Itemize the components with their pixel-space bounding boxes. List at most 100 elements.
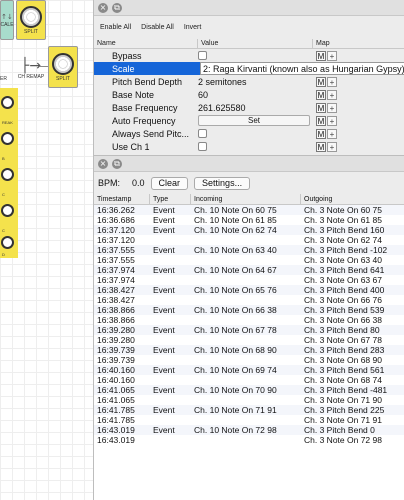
event-log[interactable]: Timestamp Type Incoming Outgoing 16:36.2… xyxy=(94,194,404,500)
log-incoming: Ch. 10 Note On 62 74 xyxy=(194,225,277,235)
close-icon[interactable]: × xyxy=(98,158,108,169)
map-midi-button[interactable]: M xyxy=(316,128,326,139)
parameter-row[interactable]: Bypass M + xyxy=(94,49,404,62)
log-row[interactable]: 16:38.427 Event Ch. 10 Note On 65 76 Ch. 3 … xyxy=(94,285,404,295)
map-midi-button[interactable]: M xyxy=(316,89,326,100)
log-row[interactable]: 16:43.019 Event Ch. 10 Note On 72 98 Ch. 3 … xyxy=(94,425,404,435)
log-row[interactable]: 16:41.785 Ch. 3 Note On 71 91 xyxy=(94,415,404,425)
parameter-row[interactable]: Scale 2: Raga Kirvanti (known also as Hun… xyxy=(94,62,404,75)
detach-icon[interactable]: ⧉ xyxy=(112,2,122,13)
log-type: Event xyxy=(153,245,175,255)
log-row[interactable]: 16:40.160 Ch. 3 Note On 68 74 xyxy=(94,375,404,385)
map-midi-button[interactable]: M xyxy=(316,141,326,152)
parameter-row[interactable]: Always Send Pitc... M + xyxy=(94,127,404,140)
map-midi-button[interactable]: M xyxy=(316,50,326,61)
parameter-checkbox[interactable] xyxy=(198,142,207,151)
log-row[interactable]: 16:40.160 Event Ch. 10 Note On 69 74 Ch. 3 … xyxy=(94,365,404,375)
ch-remap-icon: ├→ xyxy=(20,58,42,74)
parameters-panel: × ⧉ Enable All Disable All Invert Name V… xyxy=(94,0,404,156)
log-incoming: Ch. 10 Note On 63 40 xyxy=(194,245,277,255)
scale-select[interactable]: 2: Raga Kirvanti (known also as Hungaria… xyxy=(200,62,404,75)
parameter-row[interactable]: Base Note 60 M + xyxy=(94,88,404,101)
enable-all-button[interactable]: Enable All xyxy=(100,24,131,31)
log-incoming xyxy=(191,335,301,345)
log-row[interactable]: 16:37.555 Ch. 3 Note On 63 40 xyxy=(94,255,404,265)
log-row[interactable]: 16:37.120 Event Ch. 10 Note On 62 74 Ch. 3 … xyxy=(94,225,404,235)
clear-button[interactable]: Clear xyxy=(150,176,189,190)
add-mapping-button[interactable]: + xyxy=(327,89,337,100)
parameter-row[interactable]: Auto Frequency Set M + xyxy=(94,114,404,127)
log-row[interactable]: 16:37.974 Ch. 3 Note On 63 67 xyxy=(94,275,404,285)
close-icon[interactable]: × xyxy=(98,2,108,13)
node-strip[interactable]: REAK B C C D xyxy=(0,88,18,258)
log-row[interactable]: 16:39.280 Ch. 3 Note On 67 78 xyxy=(94,335,404,345)
log-type: Event xyxy=(153,265,175,275)
log-row[interactable]: 16:38.866 Event Ch. 10 Note On 66 38 Ch. 3 … xyxy=(94,305,404,315)
parameters-table: Name Value Map Bypass M + Scale 2: Raga Kirv… xyxy=(94,39,404,153)
column-header-incoming[interactable]: Incoming xyxy=(191,194,301,204)
log-row[interactable]: 16:38.427 Ch. 3 Note On 66 76 xyxy=(94,295,404,305)
log-timestamp: 16:41.785 xyxy=(97,415,135,425)
node-teal-partial[interactable]: ↑↓ CALE xyxy=(0,0,14,40)
parameter-map: M + xyxy=(313,102,404,113)
parameter-checkbox[interactable] xyxy=(198,51,207,60)
log-row[interactable]: 16:39.739 Ch. 3 Note On 68 90 xyxy=(94,355,404,365)
log-outgoing: Ch. 3 Note On 71 91 xyxy=(304,415,382,425)
split-knob-icon xyxy=(52,52,74,75)
add-mapping-button[interactable]: + xyxy=(327,76,337,87)
log-row[interactable]: 16:38.866 Ch. 3 Note On 66 38 xyxy=(94,315,404,325)
log-row[interactable]: 16:37.120 Ch. 3 Note On 62 74 xyxy=(94,235,404,245)
settings-button[interactable]: Settings... xyxy=(194,176,251,190)
log-row[interactable]: 16:39.739 Event Ch. 10 Note On 68 90 Ch. 3 … xyxy=(94,345,404,355)
parameter-row[interactable]: Base Frequency 261.625580 M + xyxy=(94,101,404,114)
add-mapping-button[interactable]: + xyxy=(327,102,337,113)
log-outgoing: Ch. 3 Pitch Bend -102 xyxy=(304,245,388,255)
log-incoming: Ch. 10 Note On 67 78 xyxy=(194,325,277,335)
add-mapping-button[interactable]: + xyxy=(327,115,337,126)
log-incoming xyxy=(191,255,301,265)
column-header-timestamp[interactable]: Timestamp xyxy=(94,194,150,204)
node-ch-remap[interactable]: ├→ CH REMAP xyxy=(14,52,48,90)
column-header-name[interactable]: Name xyxy=(94,39,198,48)
log-outgoing: Ch. 3 Note On 63 40 xyxy=(304,255,382,265)
column-header-outgoing[interactable]: Outgoing xyxy=(301,194,404,204)
log-row[interactable]: 16:43.019 Ch. 3 Note On 72 98 xyxy=(94,435,404,445)
log-incoming xyxy=(191,395,301,405)
map-midi-button[interactable]: M xyxy=(316,115,326,126)
log-row[interactable]: 16:36.686 Event Ch. 10 Note On 61 85 Ch. 3 … xyxy=(94,215,404,225)
log-incoming: Ch. 10 Note On 61 85 xyxy=(194,215,277,225)
map-midi-button[interactable]: M xyxy=(316,76,326,87)
log-type: Event xyxy=(153,345,175,355)
strip-label: REAK xyxy=(2,120,13,125)
log-row[interactable]: 16:37.974 Event Ch. 10 Note On 64 67 Ch. 3 … xyxy=(94,265,404,275)
log-row[interactable]: 16:39.280 Event Ch. 10 Note On 67 78 Ch. 3 … xyxy=(94,325,404,335)
parameter-row[interactable]: Use Ch 1 M + xyxy=(94,140,404,153)
add-mapping-button[interactable]: + xyxy=(327,141,337,152)
invert-button[interactable]: Invert xyxy=(184,24,202,31)
log-row[interactable]: 16:41.785 Event Ch. 10 Note On 71 91 Ch. 3 … xyxy=(94,405,404,415)
parameter-checkbox[interactable] xyxy=(198,129,207,138)
add-mapping-button[interactable]: + xyxy=(327,128,337,139)
log-incoming: Ch. 10 Note On 69 74 xyxy=(194,365,277,375)
column-header-type[interactable]: Type xyxy=(150,194,191,204)
detach-icon[interactable]: ⧉ xyxy=(112,158,122,169)
map-midi-button[interactable]: M xyxy=(316,102,326,113)
node-split-mid[interactable]: SPLIT xyxy=(48,46,78,88)
add-mapping-button[interactable]: + xyxy=(327,50,337,61)
node-split-top[interactable]: SPLIT xyxy=(16,0,46,40)
log-incoming: Ch. 10 Note On 60 75 xyxy=(194,205,277,215)
patch-canvas[interactable]: ↑↓ CALE SPLIT ├→ CH REMAP ER SPLIT REAK … xyxy=(0,0,94,500)
log-row[interactable]: 16:36.262 Event Ch. 10 Note On 60 75 Ch. 3 … xyxy=(94,205,404,215)
log-type xyxy=(150,275,191,285)
log-outgoing: Ch. 3 Note On 62 74 xyxy=(304,235,382,245)
parameter-row[interactable]: Pitch Bend Depth 2 semitones M + xyxy=(94,75,404,88)
log-row[interactable]: 16:37.555 Event Ch. 10 Note On 63 40 Ch. 3 … xyxy=(94,245,404,255)
log-row[interactable]: 16:41.065 Ch. 3 Note On 71 90 xyxy=(94,395,404,405)
log-row[interactable]: 16:41.065 Event Ch. 10 Note On 70 90 Ch. 3 … xyxy=(94,385,404,395)
disable-all-button[interactable]: Disable All xyxy=(141,24,174,31)
log-incoming xyxy=(191,295,301,305)
column-header-map[interactable]: Map xyxy=(313,39,404,48)
set-frequency-button[interactable]: Set xyxy=(198,115,310,126)
column-header-value[interactable]: Value xyxy=(198,39,313,48)
node-cale-label: CALE xyxy=(0,21,14,28)
